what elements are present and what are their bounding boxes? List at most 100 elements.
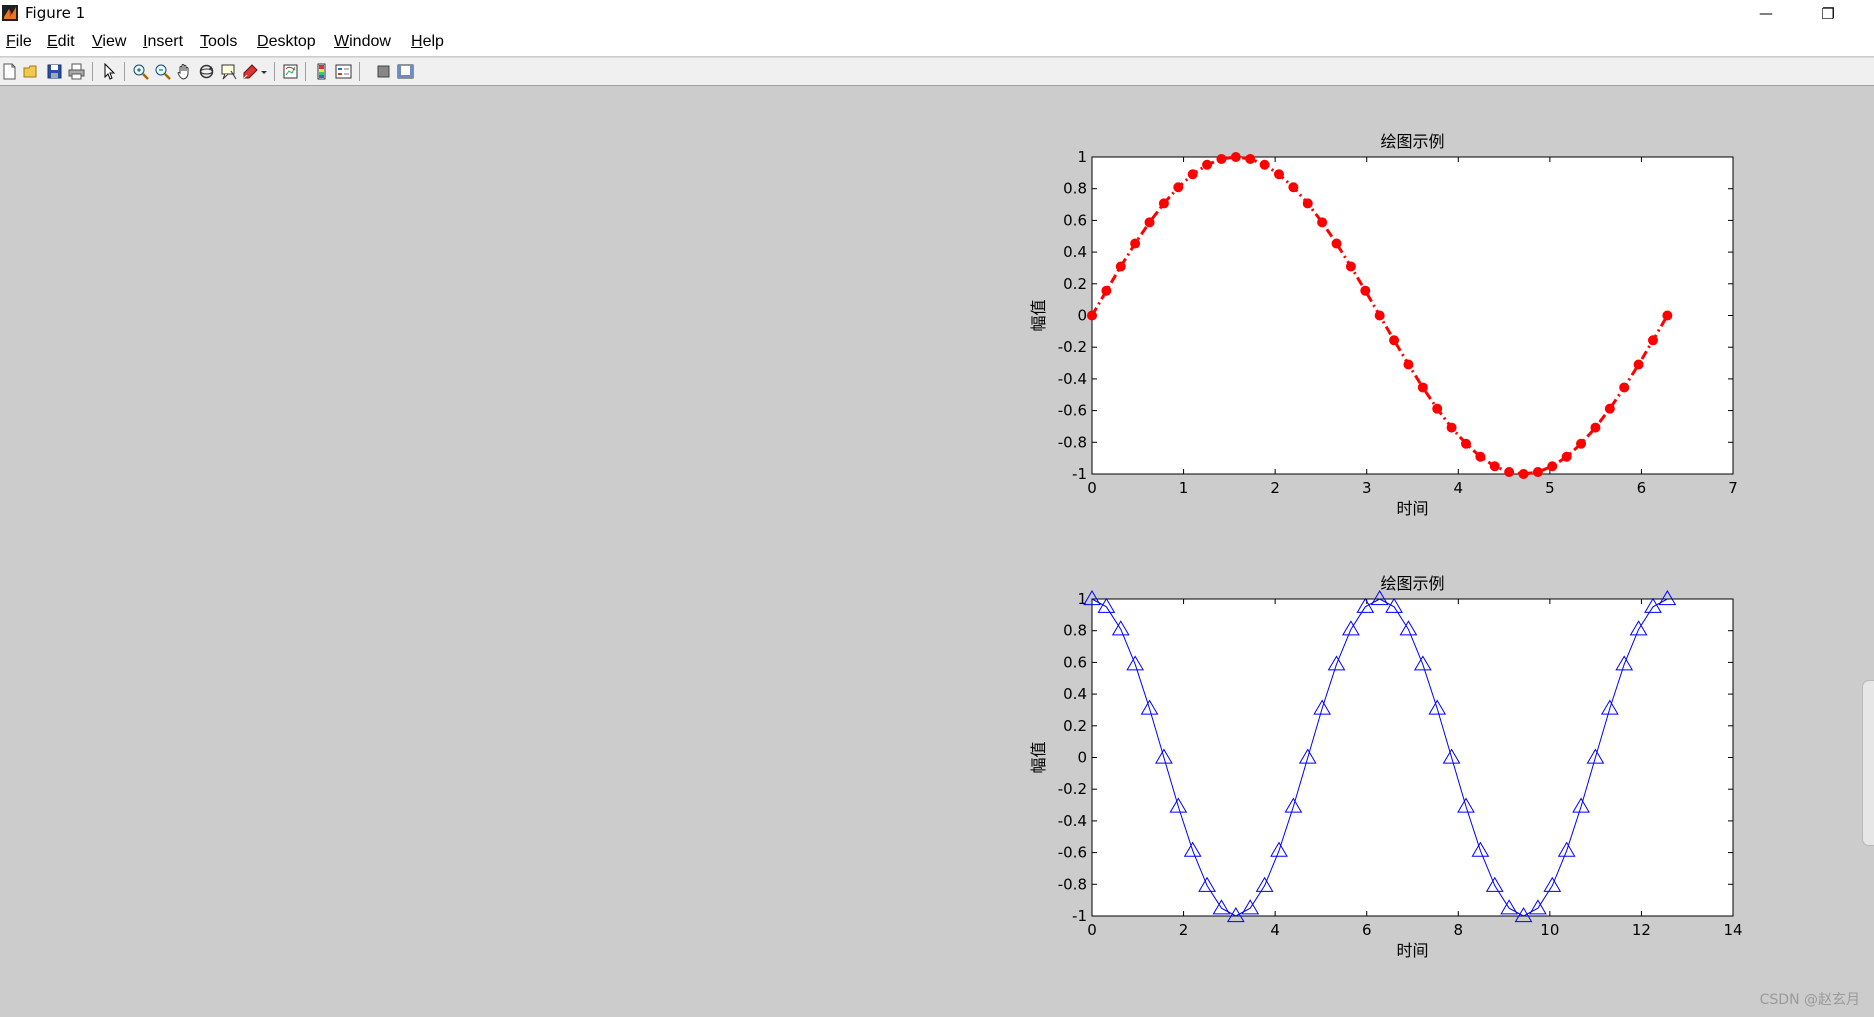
data-point-marker xyxy=(1202,159,1213,170)
data-point-marker xyxy=(1547,461,1558,472)
y-tick-label: 0.2 xyxy=(1063,275,1087,293)
title-bar: Figure 1 — ❐ xyxy=(0,0,1874,28)
brush-dropdown-icon[interactable] xyxy=(259,62,269,81)
data-point-marker xyxy=(1619,382,1630,393)
insert-colorbar-icon[interactable] xyxy=(312,62,331,81)
hide-plot-tools-icon[interactable] xyxy=(374,62,393,81)
data-point-marker xyxy=(1389,335,1400,346)
axes-title: 绘图示例 xyxy=(1380,132,1444,151)
y-tick-label: 0.6 xyxy=(1063,211,1087,229)
data-point-marker xyxy=(1173,182,1184,193)
data-point-marker xyxy=(1101,285,1112,296)
data-point-marker xyxy=(1302,198,1313,209)
menu-window-key: W xyxy=(334,33,350,50)
menu-file-label: ile xyxy=(15,33,32,50)
toolbar-separator xyxy=(305,62,306,81)
menu-help[interactable]: Help xyxy=(411,33,444,51)
menu-desktop[interactable]: Desktop xyxy=(257,33,316,51)
x-tick-label: 14 xyxy=(1723,921,1742,939)
edit-plot-icon[interactable] xyxy=(100,62,119,81)
brush-icon[interactable] xyxy=(241,62,260,81)
data-point-marker xyxy=(1633,359,1644,370)
menu-tools-key: T xyxy=(200,33,208,50)
zoom-out-icon[interactable] xyxy=(153,62,172,81)
window-title: Figure 1 xyxy=(25,4,86,22)
menu-tools-label: ools xyxy=(208,33,238,50)
data-point-marker xyxy=(1087,310,1097,321)
data-point-marker xyxy=(1273,169,1284,180)
menu-window-label: indow xyxy=(349,33,391,50)
menu-insert[interactable]: Insert xyxy=(143,33,183,51)
rotate-3d-icon[interactable] xyxy=(197,62,216,81)
data-point-marker xyxy=(1561,451,1572,462)
save-icon[interactable] xyxy=(45,62,64,81)
minimize-button[interactable]: — xyxy=(1743,0,1789,28)
x-tick-label: 6 xyxy=(1637,479,1647,497)
y-tick-label: 1 xyxy=(1077,148,1087,166)
x-tick-label: 4 xyxy=(1270,921,1280,939)
x-tick-label: 7 xyxy=(1728,479,1738,497)
data-cursor-icon[interactable] xyxy=(219,62,238,81)
menu-help-key: H xyxy=(411,33,423,50)
y-tick-label: 1 xyxy=(1077,590,1087,608)
menu-file[interactable]: File xyxy=(6,33,32,51)
matlab-app-icon xyxy=(2,5,18,21)
show-plot-tools-icon[interactable] xyxy=(396,62,415,81)
menu-window[interactable]: Window xyxy=(334,33,391,51)
axes-bottom[interactable]: 0 2 4 6 8 10 12 14 -1 -0.8 -0.6 -0.4 -0.2 0 0.2 0.4 0.6 0… xyxy=(1029,574,1743,960)
y-tick-label: -0.4 xyxy=(1058,370,1087,388)
insert-legend-icon[interactable] xyxy=(334,62,353,81)
zoom-in-icon[interactable] xyxy=(131,62,150,81)
data-point-marker xyxy=(1230,152,1241,162)
y-tick-label: -1 xyxy=(1072,907,1087,925)
data-point-marker xyxy=(1130,238,1141,249)
y-tick-label: -0.2 xyxy=(1058,338,1087,356)
data-point-marker xyxy=(1417,382,1428,393)
data-point-marker xyxy=(1647,335,1658,346)
y-tick-label: 0.4 xyxy=(1063,243,1087,261)
menu-file-key: F xyxy=(6,33,16,50)
toolbar-separator xyxy=(274,62,275,81)
menu-view[interactable]: View xyxy=(92,33,126,51)
axes-top[interactable]: 0 1 2 3 4 5 6 7 -1 -0.8 -0.6 -0.4 -0.2 0 0.2 0.4 0.6 0.8 1… xyxy=(1029,132,1738,518)
y-tick-label: -0.8 xyxy=(1058,875,1087,893)
data-point-marker xyxy=(1245,153,1256,164)
menu-edit[interactable]: Edit xyxy=(47,33,75,51)
side-panel-handle[interactable] xyxy=(1862,680,1874,846)
data-point-marker xyxy=(1489,461,1500,472)
open-file-icon[interactable] xyxy=(22,62,41,81)
y-tick-label: -0.8 xyxy=(1058,433,1087,451)
pan-icon[interactable] xyxy=(175,62,194,81)
data-point-marker xyxy=(1317,217,1328,228)
data-point-marker xyxy=(1475,451,1486,462)
plot-area[interactable] xyxy=(1091,598,1734,917)
print-icon[interactable] xyxy=(67,62,86,81)
figure-toolbar xyxy=(0,57,1874,86)
y-tick-label: 0.8 xyxy=(1063,180,1087,198)
data-point-marker xyxy=(1446,422,1457,433)
y-tick-label: -0.6 xyxy=(1058,844,1087,862)
restore-button[interactable]: ❐ xyxy=(1805,0,1851,28)
x-axis-label: 时间 xyxy=(1396,499,1428,518)
x-tick-label: 4 xyxy=(1454,479,1464,497)
y-tick-label: -0.4 xyxy=(1058,812,1087,830)
x-tick-label: 12 xyxy=(1632,921,1651,939)
data-point-marker xyxy=(1158,198,1169,209)
menu-tools[interactable]: Tools xyxy=(200,33,237,51)
y-tick-label: -0.2 xyxy=(1058,780,1087,798)
data-point-marker xyxy=(1331,238,1342,249)
x-tick-label: 2 xyxy=(1270,479,1280,497)
figure-canvas[interactable]: 0 1 2 3 4 5 6 7-1-0.8-0.6-0.4-0.200.20.40.60.81… xyxy=(0,86,1874,1017)
y-tick-label: -0.6 xyxy=(1058,402,1087,420)
link-plot-icon[interactable] xyxy=(281,62,300,81)
toolbar-separator xyxy=(124,62,125,81)
plot-area[interactable] xyxy=(1091,156,1734,475)
new-figure-icon[interactable] xyxy=(0,62,19,81)
data-point-marker xyxy=(1187,169,1198,180)
data-point-marker xyxy=(1360,285,1371,296)
data-point-marker xyxy=(1460,438,1471,449)
x-tick-label: 2 xyxy=(1179,921,1189,939)
y-axis-label: 幅值 xyxy=(1029,299,1048,331)
data-point-marker xyxy=(1662,310,1673,321)
data-point-marker xyxy=(1590,422,1601,433)
